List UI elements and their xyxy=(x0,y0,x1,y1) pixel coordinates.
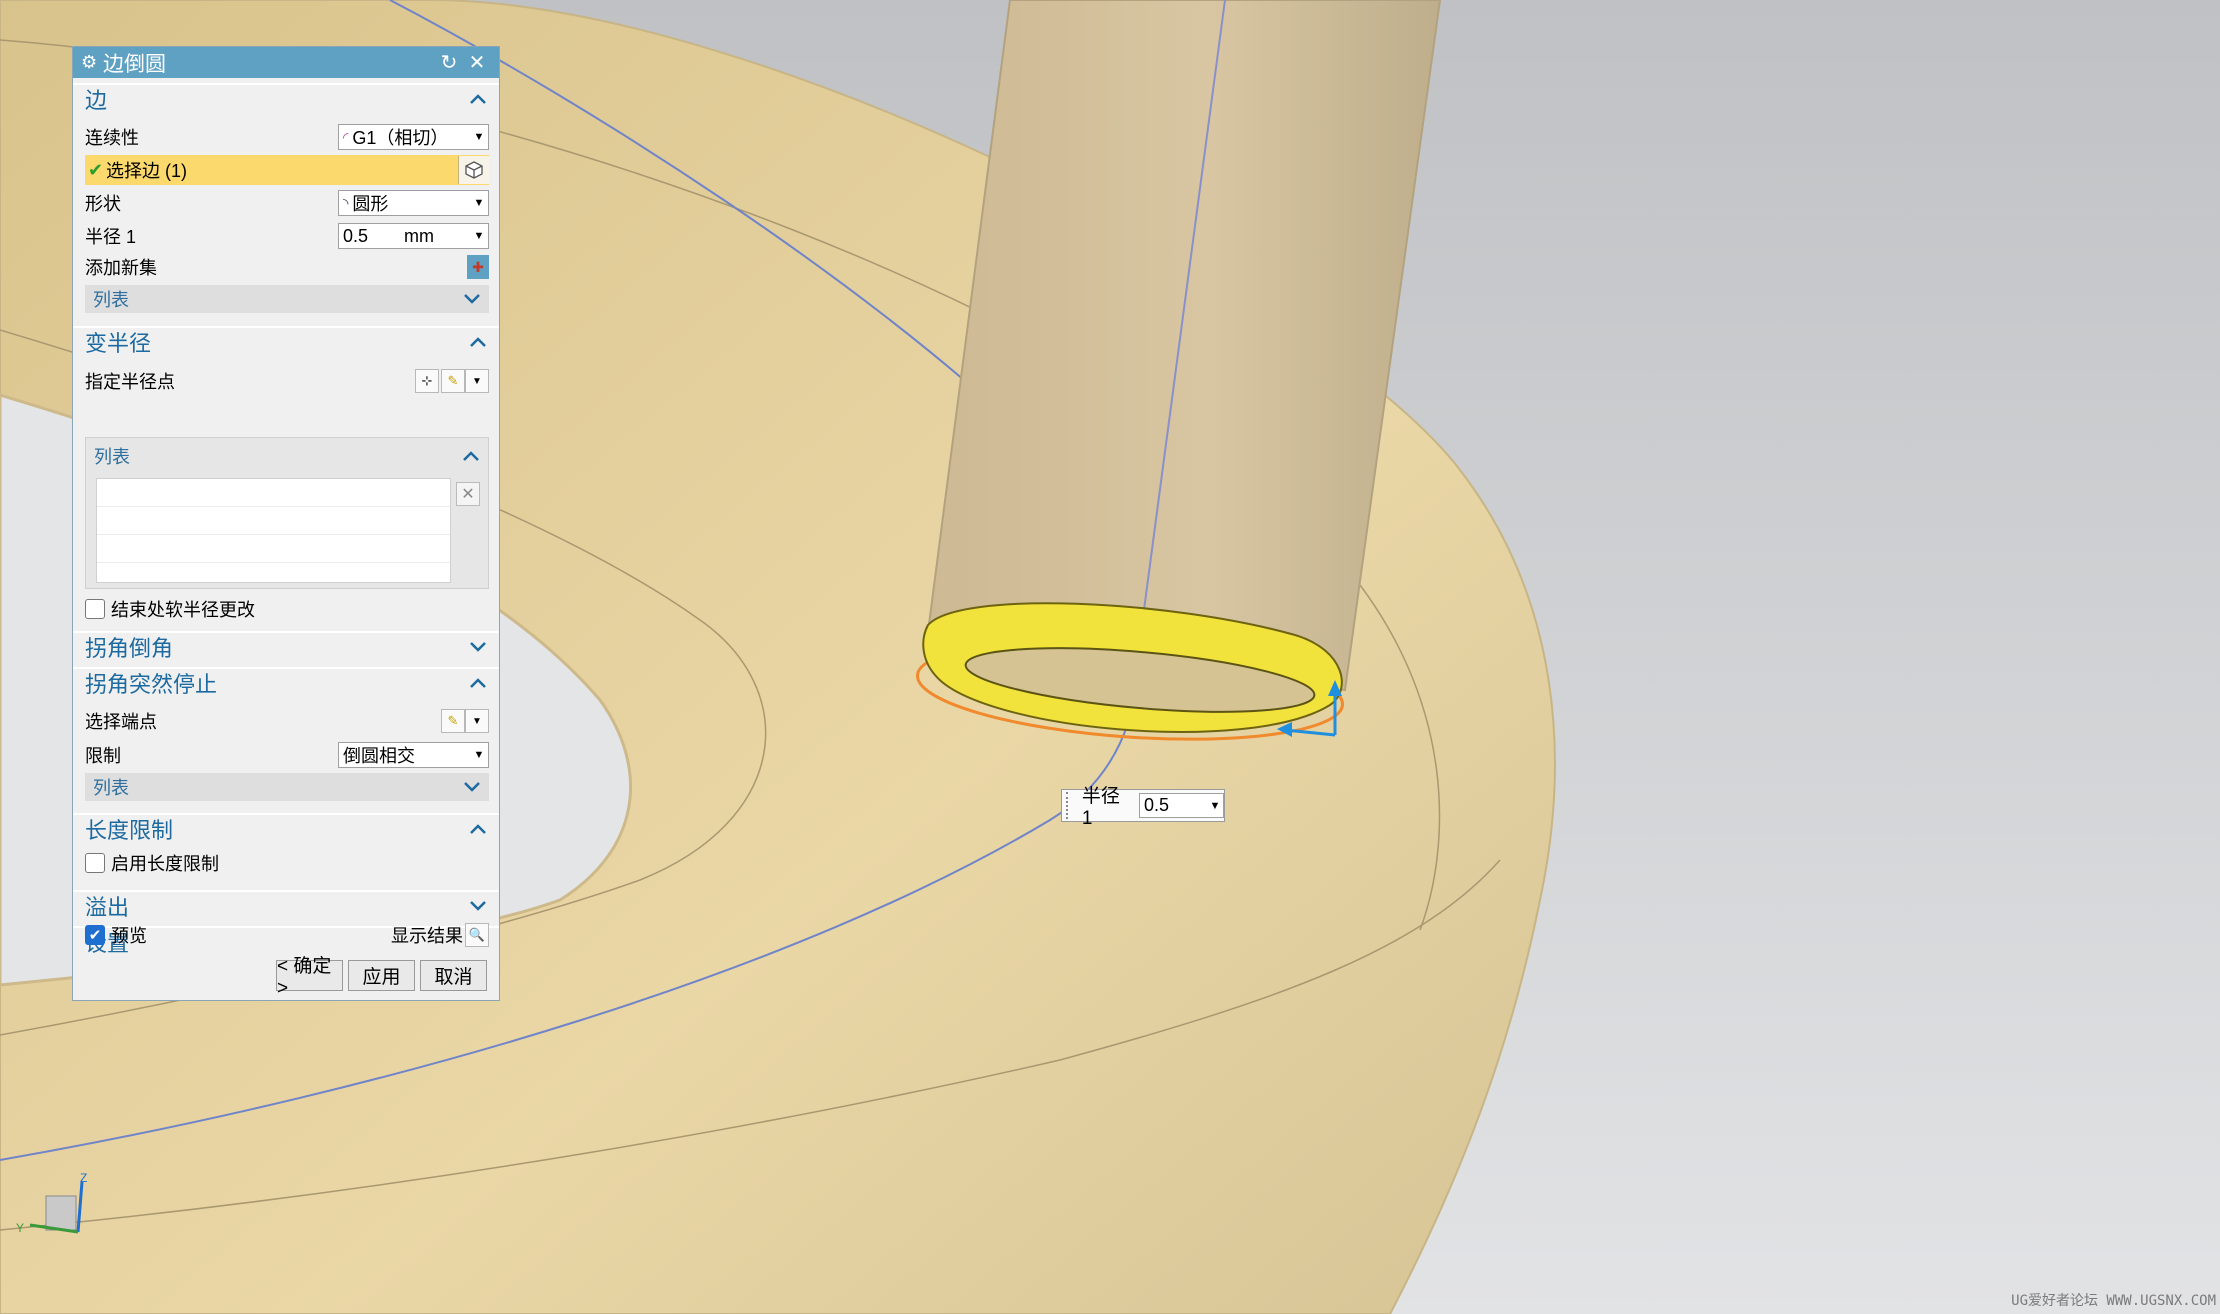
preview-checkbox[interactable]: ✔ xyxy=(85,925,105,945)
chevron-up-icon[interactable] xyxy=(469,336,491,348)
select-edge-row[interactable]: ✔ 选择边 (1) xyxy=(85,155,489,185)
soft-change-label: 结束处软半径更改 xyxy=(111,600,255,620)
limit-value: 倒圆相交 xyxy=(343,746,415,766)
continuity-row: 连续性 ◜ G1（相切） ▼ xyxy=(85,123,489,151)
section-corner-setback-title: 拐角倒角 xyxy=(85,636,174,661)
check-icon: ✔ xyxy=(88,159,104,180)
add-set-label: 添加新集 xyxy=(85,258,157,278)
tooltip-value: 0.5 xyxy=(1144,795,1170,815)
section-corner-stop-header[interactable]: 拐角突然停止 xyxy=(73,667,499,697)
radius-unit: mm xyxy=(404,225,435,246)
delete-icon[interactable]: ✕ xyxy=(456,482,480,506)
chevron-down-icon[interactable]: ▼ xyxy=(470,230,488,242)
section-overflow-header[interactable]: 溢出 xyxy=(73,890,499,920)
gear-icon: ⚙ xyxy=(81,52,98,72)
limit-dropdown[interactable]: 倒圆相交 ▼ xyxy=(338,742,489,768)
preview-label: 预览 xyxy=(111,926,147,946)
drag-handle[interactable] xyxy=(1066,792,1076,819)
section-variable-radius-header[interactable]: 变半径 xyxy=(73,326,499,356)
section-edge-title: 边 xyxy=(85,88,108,113)
section-corner-setback-header[interactable]: 拐角倒角 xyxy=(73,631,499,661)
chevron-up-icon[interactable] xyxy=(469,677,491,689)
reset-icon[interactable]: ↻ xyxy=(435,50,463,75)
dialog-titlebar[interactable]: ⚙ 边倒圆 ↻ ✕ xyxy=(73,47,499,78)
chevron-down-icon: ▼ xyxy=(1209,799,1221,812)
shape-value: 圆形 xyxy=(352,194,389,214)
edge-list-label: 列表 xyxy=(93,290,129,310)
radius-onscreen-input: 半径 1 0.5 ▼ xyxy=(1061,786,1225,829)
chevron-down-icon[interactable] xyxy=(463,293,485,305)
circular-shape-icon: ◝ xyxy=(343,194,349,211)
watermark: UG爱好者论坛 WWW.UGSNX.COM xyxy=(2011,1293,2216,1309)
chevron-down-icon: ▼ xyxy=(473,197,485,209)
add-set-icon[interactable]: ✚ xyxy=(467,255,489,279)
radius-point-list: 列表 ✕ xyxy=(85,437,489,589)
soft-change-row[interactable]: 结束处软半径更改 xyxy=(85,595,489,623)
limit-row: 限制 倒圆相交 ▼ xyxy=(85,741,489,769)
point-snap-icon[interactable]: ✎ xyxy=(441,369,465,393)
chevron-up-icon[interactable] xyxy=(462,450,484,462)
cancel-button[interactable]: 取消 xyxy=(420,960,487,991)
tooltip-label: 半径 1 xyxy=(1081,786,1120,829)
section-corner-stop-title: 拐角突然停止 xyxy=(85,672,218,697)
point-dialog-icon[interactable]: ⊹ xyxy=(415,369,439,393)
length-limit-label: 启用长度限制 xyxy=(111,854,219,874)
radius-list-table[interactable] xyxy=(96,478,451,583)
cube-select-icon[interactable] xyxy=(458,156,489,184)
length-limit-checkbox[interactable] xyxy=(85,853,105,873)
select-endpoint-row: 选择端点 ✎ ▼ xyxy=(85,707,489,735)
point-snap-icon[interactable]: ✎ xyxy=(441,709,465,733)
tooltip-radius-dropdown[interactable]: 0.5 ▼ xyxy=(1139,793,1224,818)
specify-point-label: 指定半径点 xyxy=(85,372,175,392)
triad-z-label: Z xyxy=(80,1171,87,1185)
chevron-up-icon[interactable] xyxy=(469,823,491,835)
edge-list-header[interactable]: 列表 xyxy=(85,285,489,313)
chevron-down-icon[interactable]: ▼ xyxy=(465,709,489,733)
section-length-limit-title: 长度限制 xyxy=(85,818,174,843)
radius-row: 半径 1 0.5 mm ▼ xyxy=(85,222,489,250)
chevron-up-icon[interactable] xyxy=(469,93,491,105)
soft-change-checkbox[interactable] xyxy=(85,599,105,619)
show-result-label: 显示结果 xyxy=(391,926,463,946)
dialog-title: 边倒圆 xyxy=(103,52,166,76)
preview-row: ✔ 预览 显示结果 🔍 xyxy=(85,921,489,949)
shape-dropdown[interactable]: ◝ 圆形 ▼ xyxy=(338,190,489,216)
chevron-down-icon: ▼ xyxy=(473,131,485,143)
continuity-dropdown[interactable]: ◜ G1（相切） ▼ xyxy=(338,124,489,150)
shape-row: 形状 ◝ 圆形 ▼ xyxy=(85,189,489,217)
radius-list-label: 列表 xyxy=(94,447,130,467)
corner-list-label: 列表 xyxy=(93,778,129,798)
chevron-down-icon[interactable] xyxy=(469,641,491,653)
section-overflow-title: 溢出 xyxy=(85,895,130,920)
specify-radius-point-row: 指定半径点 ⊹ ✎ ▼ xyxy=(85,367,489,395)
apply-button[interactable]: 应用 xyxy=(348,960,415,991)
radius-input[interactable]: 0.5 mm ▼ xyxy=(338,223,489,249)
select-endpoint-label: 选择端点 xyxy=(85,712,157,732)
radius-value: 0.5 xyxy=(343,225,369,246)
continuity-value: G1（相切） xyxy=(352,128,449,148)
select-edge-label: 选择边 (1) xyxy=(106,161,187,181)
chevron-down-icon[interactable] xyxy=(463,781,485,793)
corner-list-header[interactable]: 列表 xyxy=(85,773,489,801)
ok-button[interactable]: < 确定 > xyxy=(276,956,343,999)
chevron-down-icon: ▼ xyxy=(473,749,485,761)
enable-length-limit-row[interactable]: 启用长度限制 xyxy=(85,849,489,877)
chevron-down-icon[interactable]: ▼ xyxy=(465,369,489,393)
section-length-limit-header[interactable]: 长度限制 xyxy=(73,813,499,843)
radius-list-header[interactable]: 列表 xyxy=(86,442,488,470)
chevron-down-icon[interactable] xyxy=(469,900,491,912)
section-variable-radius-title: 变半径 xyxy=(85,331,152,356)
close-icon[interactable]: ✕ xyxy=(463,50,491,75)
edge-blend-dialog: ⚙ 边倒圆 ↻ ✕ 边 连续性 ◜ G1（相切） ▼ ✔ 选择边 (1) 形状 … xyxy=(72,46,500,1001)
section-edge-header[interactable]: 边 xyxy=(73,83,499,113)
tangent-icon: ◜ xyxy=(343,128,349,145)
triad-y-label: Y xyxy=(16,1221,24,1235)
add-new-set-row: 添加新集 ✚ xyxy=(85,253,489,281)
show-result-icon[interactable]: 🔍 xyxy=(465,923,489,947)
